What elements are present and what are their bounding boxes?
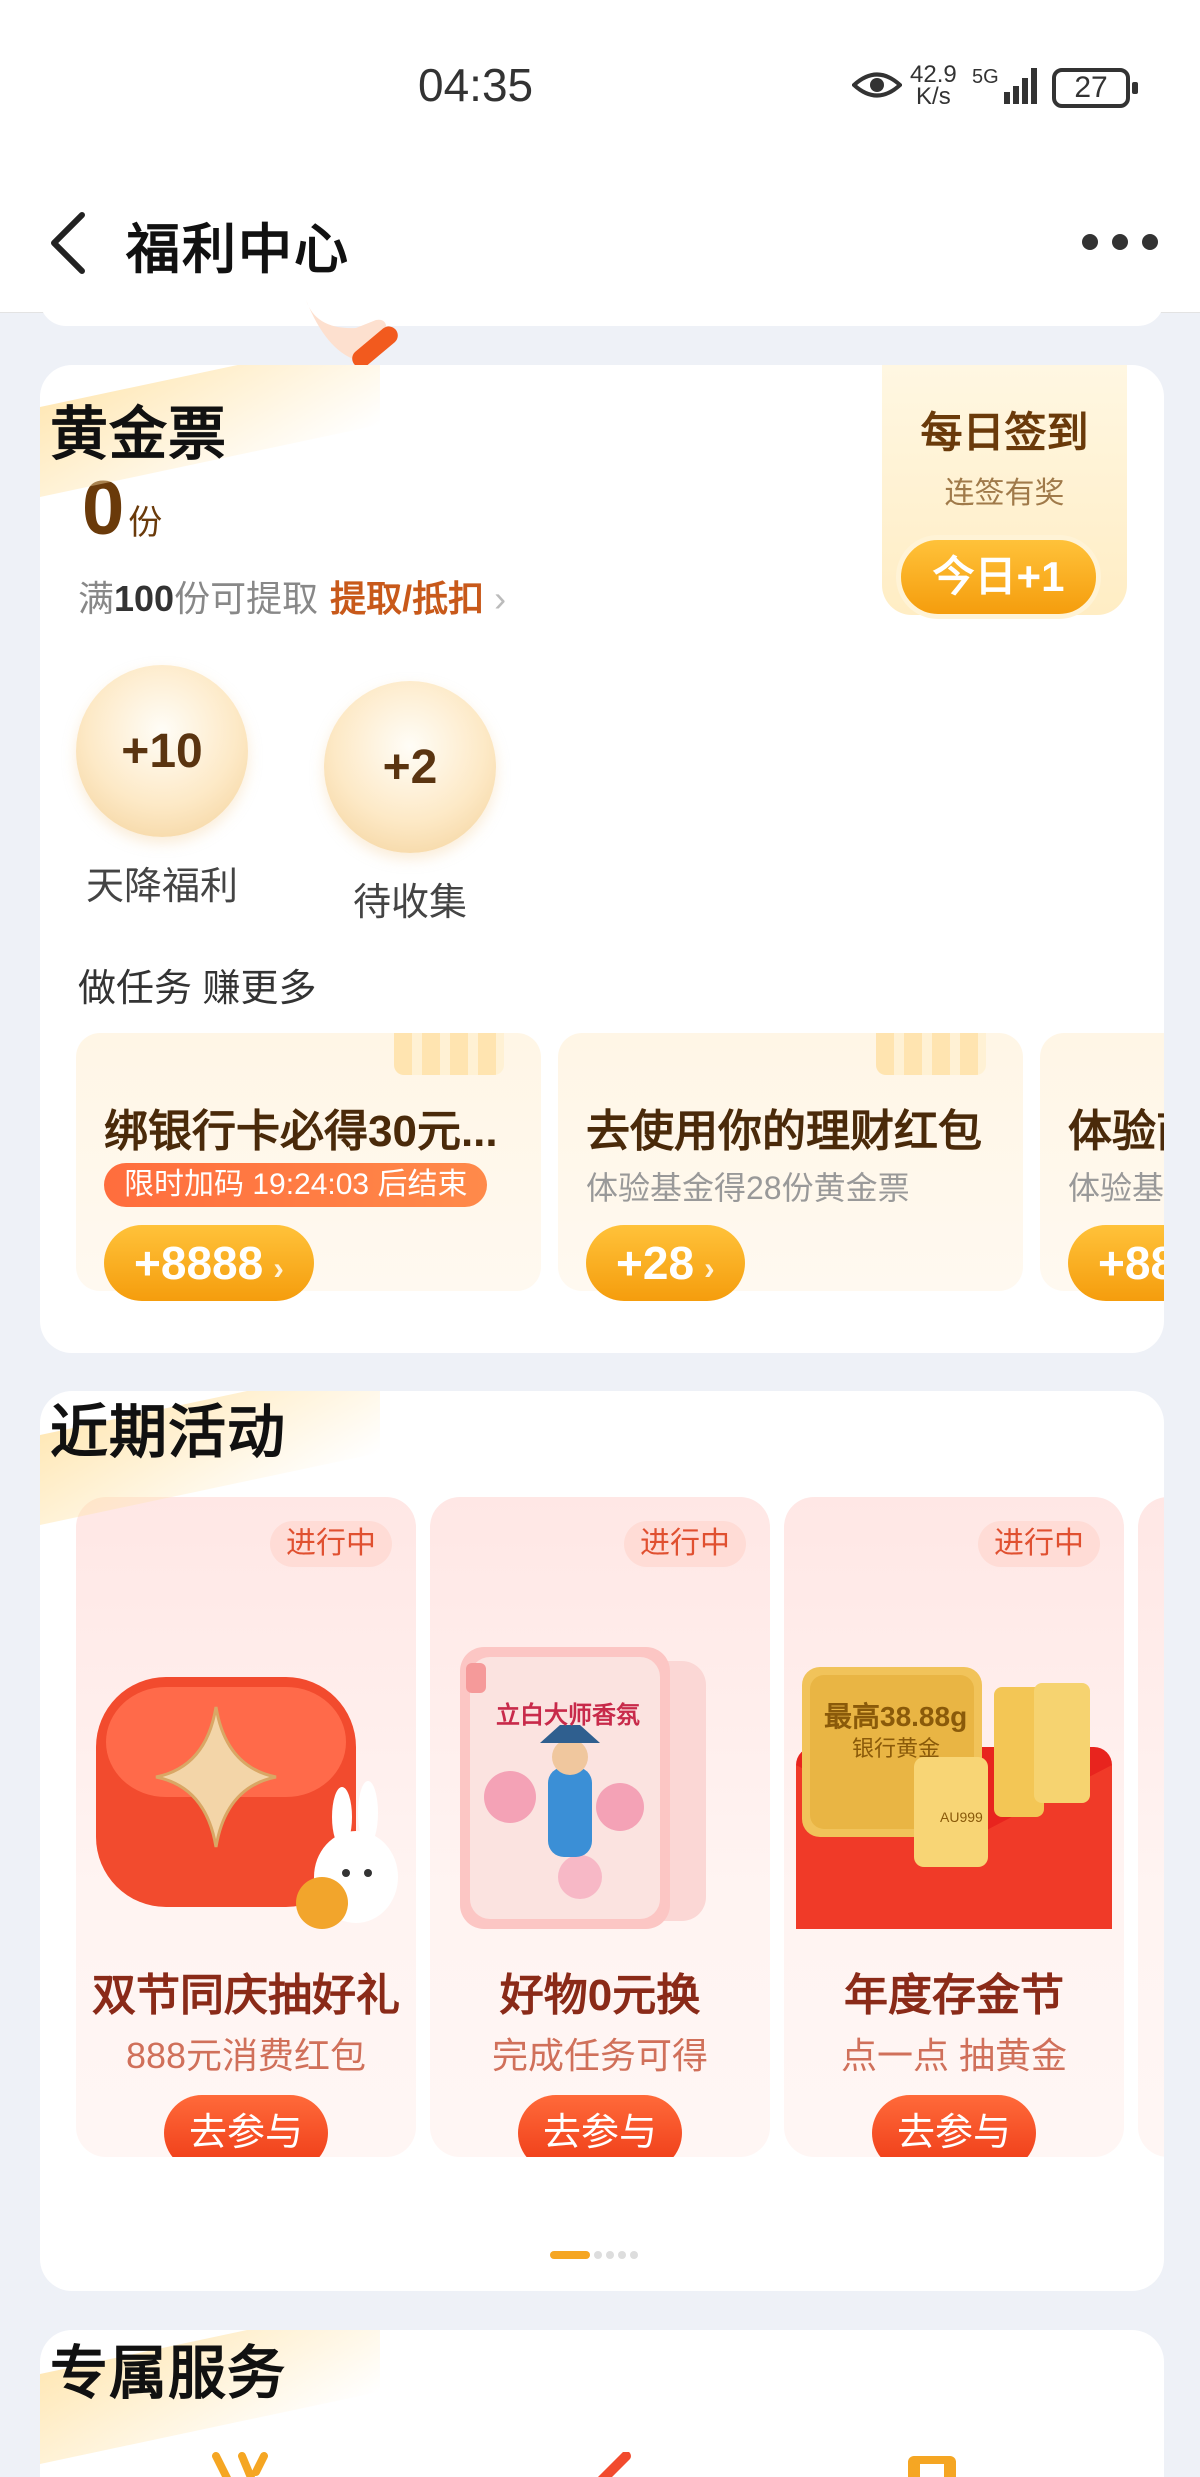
hint-number: 100	[114, 578, 175, 619]
activity-carousel[interactable]: 进行中 双节同庆抽好礼 888元消费红包 去参与 进行中 立白大师香氛 好物0元…	[76, 1497, 1164, 2177]
withdraw-deduct-label: 提取/抵扣	[330, 578, 485, 619]
recent-activities-card: 近期活动 进行中 双节同庆抽好礼 888元消费红包 去参与 进行中 立白大师香氛…	[40, 1391, 1164, 2291]
task-section-hint: 做任务 赚更多	[78, 968, 317, 1010]
activity-card[interactable]: 进行中 最高38.88g 银行黄金 AU999 年度存金节 点一点 抽黄金 去参…	[784, 1497, 1124, 2157]
eye-icon	[852, 72, 902, 98]
task-card[interactable]: 绑银行卡必得30元... 限时加码 19:24:03 后结束 +8888 ›	[76, 1033, 541, 1301]
more-horizontal-icon[interactable]	[1082, 227, 1162, 257]
task-reward-value: +88	[1098, 1237, 1164, 1289]
activity-card[interactable]: 进行中 双节同庆抽好礼 888元消费红包 去参与	[76, 1497, 416, 2157]
checkin-subtitle: 连签有奖	[944, 477, 1065, 510]
checkin-title: 每日签到	[920, 409, 1089, 456]
exclusive-services-card: 专属服务	[40, 2330, 1164, 2477]
previous-card-edge	[40, 300, 1164, 326]
task-title: 绑银行卡必得30元...	[104, 1107, 498, 1156]
activity-subtitle: 完成任务可得	[491, 2035, 708, 2076]
service-icon[interactable]	[212, 2452, 272, 2477]
net-speed: 42.9 K/s	[910, 63, 957, 110]
activities-title: 近期活动	[50, 1400, 287, 1465]
task-reward-value: +8888	[134, 1237, 264, 1289]
task-subtitle: 体验基金得28份黄金票	[586, 1170, 910, 1206]
checkin-button[interactable]: 今日+1	[896, 535, 1101, 619]
activity-card[interactable]: 进行中 立白大师香氛 好物0元换 完成任务可得 去参与	[430, 1497, 770, 2157]
gold-ticket-unit: 份	[128, 504, 163, 542]
battery-icon: 27	[1052, 68, 1138, 108]
task-subtitle: 体验基金	[1068, 1170, 1164, 1206]
task-carousel[interactable]: 绑银行卡必得30元... 限时加码 19:24:03 后结束 +8888 › 去使…	[76, 1033, 1164, 1333]
join-button[interactable]: 去参与	[518, 2095, 682, 2157]
service-icon[interactable]	[902, 2452, 962, 2477]
services-title: 专属服务	[50, 2341, 287, 2406]
chevron-left-icon[interactable]	[40, 203, 96, 283]
activity-subtitle: 888元消费红包	[125, 2035, 367, 2076]
carousel-pagination	[550, 2251, 638, 2259]
status-time: 04:35	[418, 59, 534, 111]
gold-ticket-title: 黄金票	[50, 402, 228, 467]
activity-subtitle: 点一点 抽黄金	[840, 2035, 1067, 2076]
task-decoration	[394, 1033, 504, 1075]
chevron-right-icon: ›	[494, 578, 507, 619]
gold-purity-label: AU999	[940, 1809, 983, 1825]
status-bar: 04:35 42.9 K/s 5G 27	[0, 0, 1200, 175]
gold-type-label: 银行黄金	[852, 1736, 941, 1761]
hint-suffix: 份可提取	[174, 578, 319, 619]
task-card[interactable]: 去使用你的理财红包 体验基金得28份黄金票 +28 ›	[558, 1033, 1023, 1301]
task-reward-value: +28	[616, 1237, 695, 1289]
activity-title: 双节同庆抽好礼	[92, 1971, 400, 2020]
task-title: 体验商	[1068, 1107, 1164, 1156]
gold-weight-label: 最高38.88g	[824, 1701, 968, 1732]
bubble-label: 天降福利	[85, 866, 238, 908]
pending-bubble[interactable]: +2 待收集	[324, 681, 496, 926]
signal-icon	[1004, 68, 1037, 104]
join-button[interactable]: 去参与	[872, 2095, 1036, 2157]
task-card[interactable]: 体验商 体验基金 +88›	[1040, 1033, 1164, 1301]
gold-bar-envelope-illustration	[796, 1667, 1112, 1929]
page-dot	[594, 2251, 602, 2259]
page-dot	[606, 2251, 614, 2259]
activity-title: 年度存金节	[844, 1971, 1064, 2020]
chevron-right-icon: ›	[273, 1250, 284, 1286]
product-label: 立白大师香氛	[496, 1702, 640, 1729]
page-dot	[618, 2251, 626, 2259]
task-title: 去使用你的理财红包	[586, 1107, 982, 1156]
activity-card[interactable]	[1138, 1497, 1164, 2157]
gold-ticket-card: 黄金票 0份 满100份可提取 提取/抵扣 › 每日签到 连签有奖 今日+1 +10…	[40, 365, 1164, 1353]
nav-bar: 福利中心	[0, 175, 1200, 313]
chevron-right-icon: ›	[704, 1250, 715, 1286]
task-reward-button[interactable]: +28 ›	[586, 1225, 745, 1301]
net-speed-unit: K/s	[916, 83, 951, 110]
red-envelope-bunny-illustration	[96, 1677, 398, 1929]
hint-prefix: 满	[78, 578, 115, 619]
bubble-value: +2	[324, 681, 496, 853]
bonus-bubble[interactable]: +10 天降福利	[76, 665, 248, 910]
status-badge: 进行中	[978, 1521, 1100, 1567]
bubble-value: +10	[76, 665, 248, 837]
status-badge: 进行中	[270, 1521, 392, 1567]
page-dot	[630, 2251, 638, 2259]
page-title: 福利中心	[126, 220, 350, 280]
activity-title: 好物0元换	[499, 1971, 701, 2020]
detergent-pouch-illustration	[460, 1647, 706, 1929]
withdraw-deduct-link[interactable]: 提取/抵扣 ›	[330, 578, 506, 619]
page-dot-active	[550, 2251, 590, 2259]
task-decoration	[876, 1033, 986, 1075]
task-reward-button[interactable]: +8888 ›	[104, 1225, 314, 1301]
join-button[interactable]: 去参与	[164, 2095, 328, 2157]
status-badge: 进行中	[624, 1521, 746, 1567]
task-reward-button[interactable]: +88›	[1068, 1225, 1164, 1301]
service-icon[interactable]	[580, 2452, 640, 2477]
limited-time-tag: 限时加码 19:24:03 后结束	[104, 1163, 488, 1207]
bubble-label: 待收集	[352, 882, 467, 924]
withdraw-hint: 满100份可提取 提取/抵扣 ›	[78, 570, 506, 622]
